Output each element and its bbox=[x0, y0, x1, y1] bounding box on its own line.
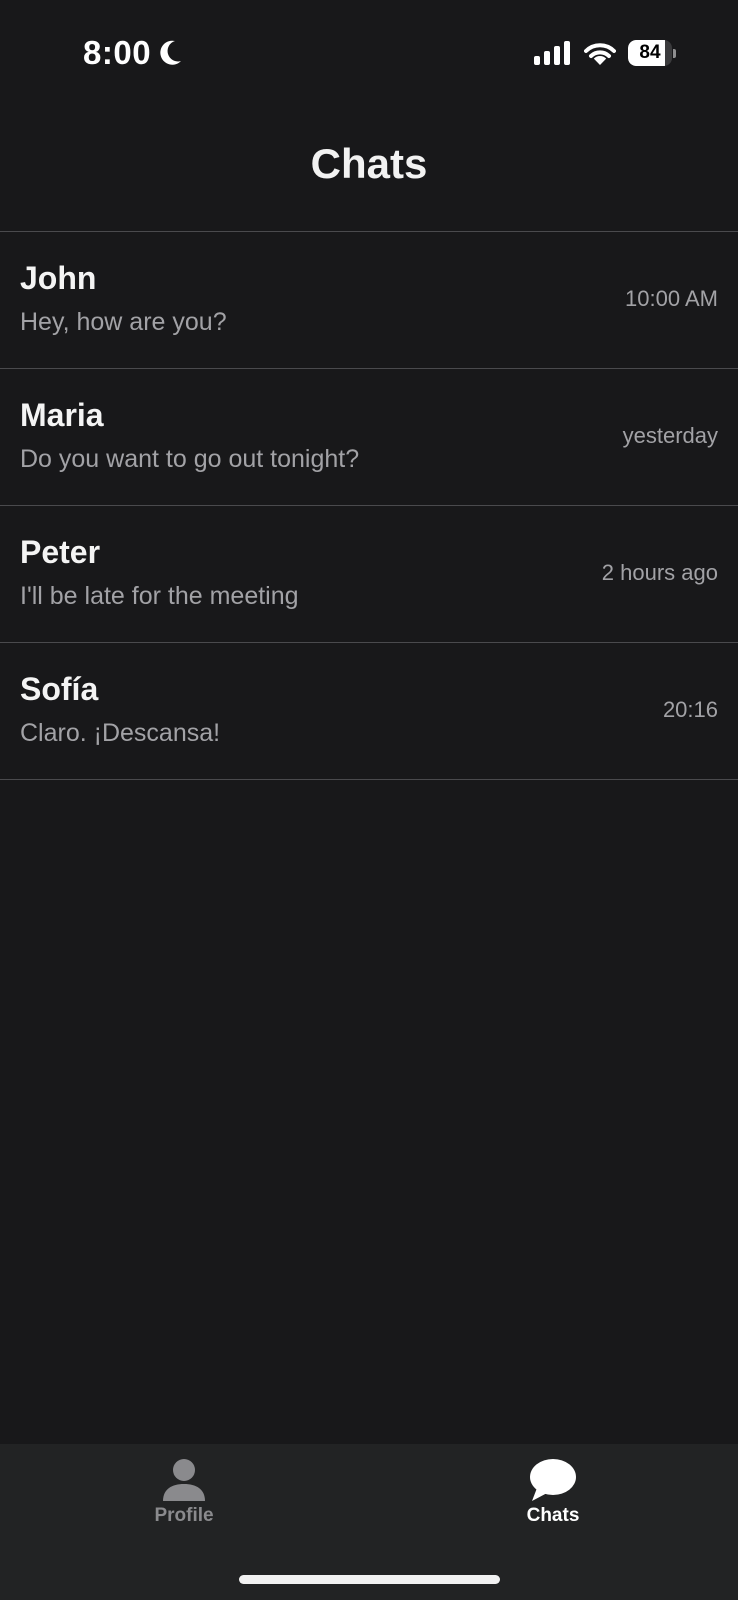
status-time-group: 8:00 bbox=[83, 34, 183, 72]
battery-level: 84 bbox=[639, 42, 661, 63]
chat-row-peter[interactable]: Peter I'll be late for the meeting 2 hou… bbox=[0, 506, 738, 643]
cellular-signal-icon bbox=[534, 41, 570, 65]
chat-timestamp: 20:16 bbox=[662, 697, 718, 722]
chat-timestamp: 10:00 AM bbox=[625, 286, 718, 311]
chat-list: John Hey, how are you? 10:00 AM Maria Do… bbox=[0, 231, 738, 780]
battery-indicator: 84 bbox=[628, 40, 676, 66]
status-time: 8:00 bbox=[83, 34, 152, 71]
chat-timestamp: 2 hours ago bbox=[601, 560, 718, 585]
chat-bubble-icon bbox=[530, 1459, 576, 1501]
tab-chats-label: Chats bbox=[526, 1505, 580, 1526]
chat-preview: Hey, how are you? bbox=[20, 308, 227, 336]
chat-row-sofia[interactable]: Sofía Claro. ¡Descansa! 20:16 bbox=[0, 643, 738, 780]
status-indicators: 84 bbox=[534, 40, 676, 66]
chat-name: John bbox=[20, 260, 97, 296]
chat-timestamp: yesterday bbox=[622, 423, 718, 448]
wifi-icon bbox=[584, 43, 616, 65]
chat-name: Peter bbox=[20, 534, 101, 570]
chat-row-john[interactable]: John Hey, how are you? 10:00 AM bbox=[0, 232, 738, 369]
chat-preview: Do you want to go out tonight? bbox=[20, 445, 360, 473]
chat-preview: Claro. ¡Descansa! bbox=[20, 719, 221, 747]
chat-name: Sofía bbox=[20, 671, 99, 707]
moon-icon bbox=[160, 40, 182, 65]
home-indicator[interactable] bbox=[239, 1575, 500, 1584]
status-bar: 8:00 84 bbox=[0, 0, 738, 110]
battery-body: 84 bbox=[628, 40, 672, 66]
page-title: Chats bbox=[310, 140, 428, 187]
tab-chats[interactable]: Chats bbox=[453, 1458, 653, 1527]
tab-profile[interactable]: Profile bbox=[84, 1458, 284, 1527]
battery-tip bbox=[673, 48, 676, 58]
chat-row-maria[interactable]: Maria Do you want to go out tonight? yes… bbox=[0, 369, 738, 506]
tab-profile-label: Profile bbox=[154, 1505, 214, 1526]
person-icon bbox=[163, 1459, 205, 1501]
chat-name: Maria bbox=[20, 397, 104, 433]
chat-preview: I'll be late for the meeting bbox=[20, 582, 299, 610]
